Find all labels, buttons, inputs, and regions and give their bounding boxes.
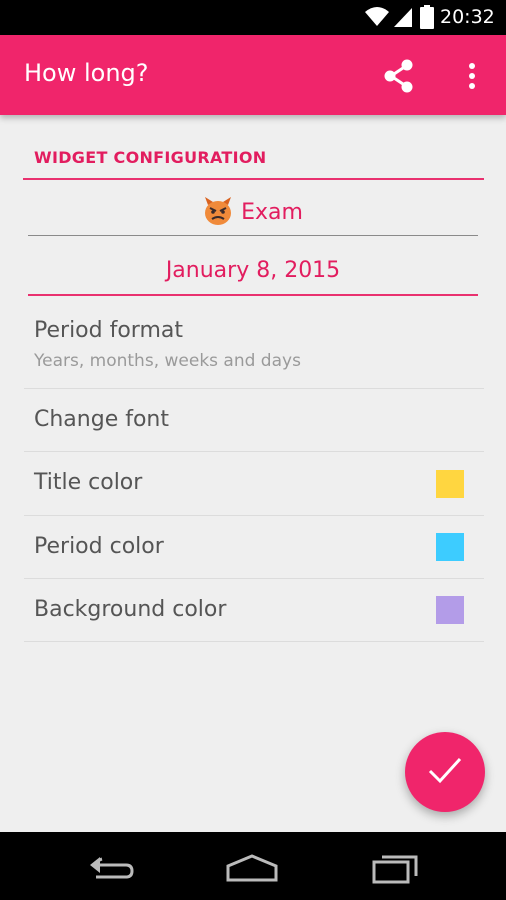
section-divider bbox=[23, 178, 484, 180]
period-format-value: Years, months, weeks and days bbox=[34, 351, 301, 371]
event-date-field[interactable]: January 8, 2015 bbox=[28, 246, 478, 296]
check-icon bbox=[427, 755, 463, 789]
background-color-swatch bbox=[436, 596, 464, 624]
status-bar: 20:32 bbox=[0, 0, 506, 35]
change-font-row[interactable]: Change font bbox=[24, 389, 484, 452]
period-format-label: Period format bbox=[34, 318, 183, 343]
title-color-swatch bbox=[436, 470, 464, 498]
period-color-label: Period color bbox=[34, 534, 164, 559]
event-date-text: January 8, 2015 bbox=[165, 257, 341, 283]
change-font-label: Change font bbox=[34, 407, 169, 432]
recents-icon bbox=[364, 855, 424, 890]
app-bar: How long? bbox=[0, 35, 506, 115]
home-button[interactable] bbox=[222, 846, 282, 886]
overflow-menu-icon bbox=[458, 63, 486, 99]
signal-icon bbox=[392, 6, 414, 32]
recents-button[interactable] bbox=[364, 846, 424, 886]
period-color-swatch bbox=[436, 533, 464, 561]
share-icon bbox=[380, 59, 418, 99]
section-header: WIDGET CONFIGURATION bbox=[34, 148, 267, 167]
overflow-menu-button[interactable] bbox=[458, 57, 486, 95]
share-button[interactable] bbox=[380, 57, 418, 95]
title-color-row[interactable]: Title color bbox=[24, 452, 484, 516]
back-icon bbox=[82, 857, 142, 890]
period-format-row[interactable]: Period format Years, months, weeks and d… bbox=[24, 308, 484, 389]
system-nav-bar bbox=[0, 832, 506, 900]
battery-icon bbox=[420, 5, 434, 33]
background-color-label: Background color bbox=[34, 597, 227, 622]
back-button[interactable] bbox=[82, 846, 142, 886]
background-color-row[interactable]: Background color bbox=[24, 579, 484, 642]
status-time: 20:32 bbox=[440, 6, 495, 28]
app-title: How long? bbox=[24, 59, 149, 87]
event-title-text: Exam bbox=[241, 200, 303, 225]
period-color-row[interactable]: Period color bbox=[24, 516, 484, 579]
home-icon bbox=[222, 854, 282, 890]
event-title-field[interactable]: Exam bbox=[28, 190, 478, 236]
wifi-icon bbox=[364, 5, 390, 31]
angry-devil-icon bbox=[203, 196, 233, 230]
confirm-fab-button[interactable] bbox=[405, 732, 485, 812]
title-color-label: Title color bbox=[34, 470, 143, 495]
